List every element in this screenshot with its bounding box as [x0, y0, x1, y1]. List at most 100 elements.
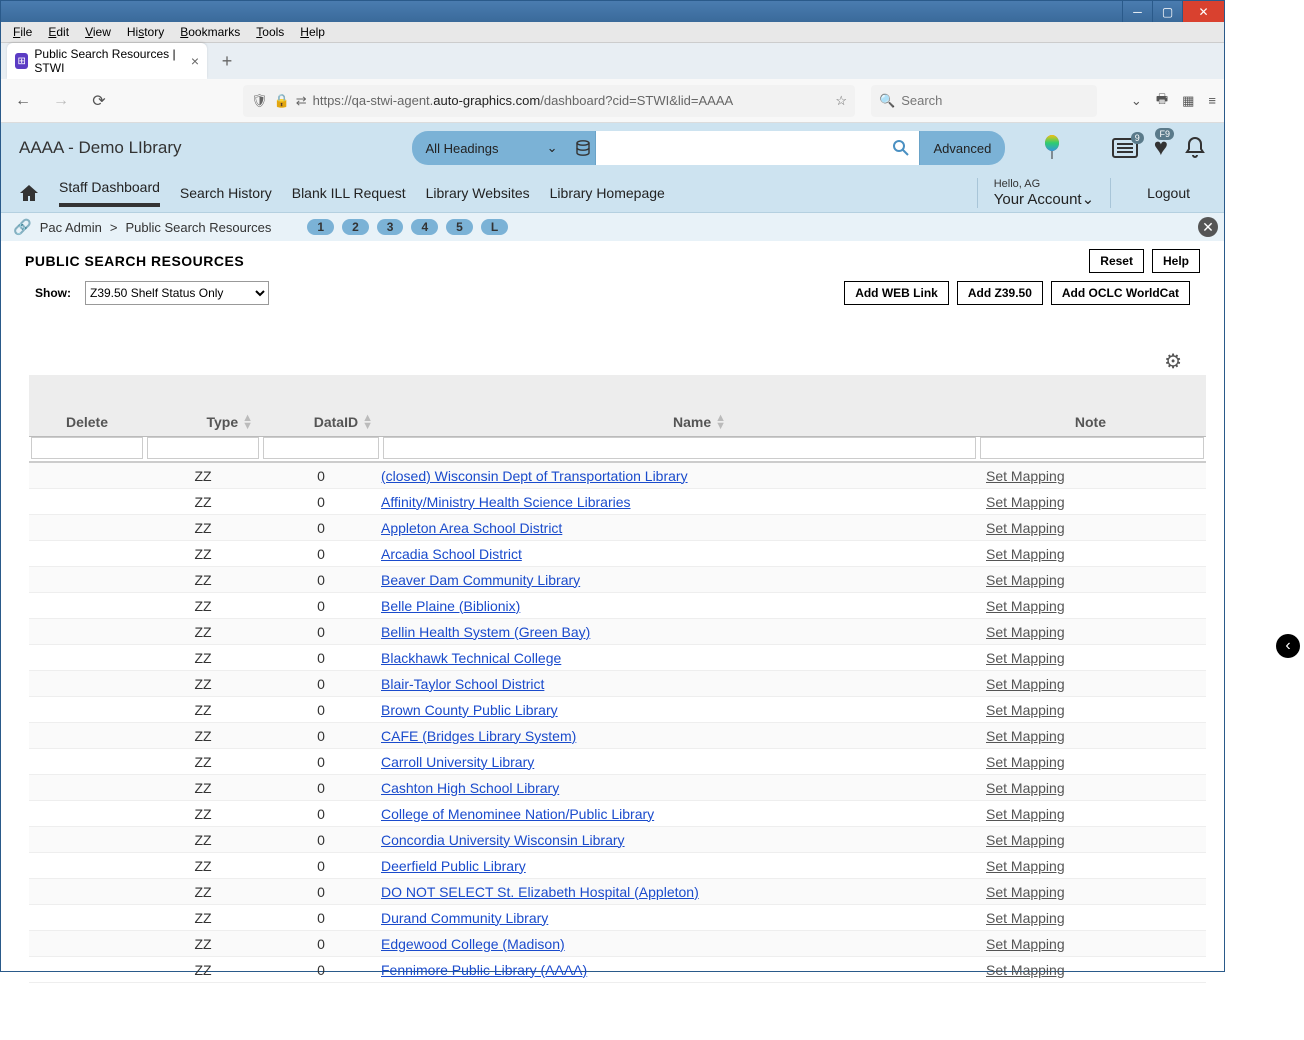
- tab-close-icon[interactable]: ×: [191, 53, 199, 69]
- pager-last[interactable]: L: [481, 219, 508, 235]
- resource-link[interactable]: Carroll University Library: [381, 754, 534, 770]
- filter-delete[interactable]: [31, 437, 143, 459]
- set-mapping-link[interactable]: Set Mapping: [986, 598, 1065, 614]
- col-name[interactable]: Name▲▼: [381, 414, 986, 430]
- set-mapping-link[interactable]: Set Mapping: [986, 806, 1065, 822]
- resource-link[interactable]: CAFE (Bridges Library System): [381, 728, 576, 744]
- resource-link[interactable]: Fennimore Public Library (AAAA): [381, 962, 587, 978]
- nav-staff-dashboard[interactable]: Staff Dashboard: [59, 179, 160, 207]
- close-panel-icon[interactable]: ✕: [1198, 217, 1218, 237]
- set-mapping-link[interactable]: Set Mapping: [986, 858, 1065, 874]
- set-mapping-link[interactable]: Set Mapping: [986, 780, 1065, 796]
- filter-name[interactable]: [383, 437, 976, 459]
- url-bar[interactable]: 🛡 🔒 ⇄ https://qa-stwi-agent.auto-graphic…: [243, 85, 855, 117]
- window-minimize-button[interactable]: ─: [1122, 1, 1152, 22]
- hamburger-menu-icon[interactable]: ≡: [1208, 93, 1216, 108]
- set-mapping-link[interactable]: Set Mapping: [986, 910, 1065, 926]
- set-mapping-link[interactable]: Set Mapping: [986, 962, 1065, 978]
- set-mapping-link[interactable]: Set Mapping: [986, 494, 1065, 510]
- set-mapping-link[interactable]: Set Mapping: [986, 468, 1065, 484]
- set-mapping-link[interactable]: Set Mapping: [986, 754, 1065, 770]
- pager-1[interactable]: 1: [307, 219, 334, 235]
- filter-note[interactable]: [980, 437, 1204, 459]
- pager-3[interactable]: 3: [377, 219, 404, 235]
- resource-link[interactable]: Beaver Dam Community Library: [381, 572, 580, 588]
- resource-link[interactable]: Blackhawk Technical College: [381, 650, 561, 666]
- filter-type[interactable]: [147, 437, 259, 459]
- set-mapping-link[interactable]: Set Mapping: [986, 546, 1065, 562]
- menu-view[interactable]: View: [77, 23, 119, 41]
- logout-link[interactable]: Logout: [1131, 185, 1206, 201]
- resource-link[interactable]: Belle Plaine (Biblionix): [381, 598, 520, 614]
- set-mapping-link[interactable]: Set Mapping: [986, 572, 1065, 588]
- reset-button[interactable]: Reset: [1089, 249, 1144, 273]
- resource-link[interactable]: DO NOT SELECT St. Elizabeth Hospital (Ap…: [381, 884, 699, 900]
- resource-link[interactable]: Affinity/Ministry Health Science Librari…: [381, 494, 631, 510]
- resource-link[interactable]: Arcadia School District: [381, 546, 522, 562]
- resource-link[interactable]: Bellin Health System (Green Bay): [381, 624, 590, 640]
- resource-link[interactable]: Appleton Area School District: [381, 520, 562, 536]
- menu-help[interactable]: Help: [292, 23, 333, 41]
- window-close-button[interactable]: ✕: [1182, 1, 1224, 22]
- back-button[interactable]: ←: [9, 87, 37, 115]
- reload-button[interactable]: ⟳: [85, 87, 113, 115]
- nav-library-homepage[interactable]: Library Homepage: [550, 185, 665, 201]
- nav-blank-ill-request[interactable]: Blank ILL Request: [292, 185, 406, 201]
- news-icon[interactable]: 9: [1112, 138, 1138, 158]
- add-oclc-button[interactable]: Add OCLC WorldCat: [1051, 281, 1190, 305]
- advanced-search-button[interactable]: Advanced: [920, 131, 1006, 165]
- col-type[interactable]: Type▲▼: [145, 414, 261, 430]
- menu-bookmarks[interactable]: Bookmarks: [172, 23, 248, 41]
- resource-link[interactable]: (closed) Wisconsin Dept of Transportatio…: [381, 468, 688, 484]
- set-mapping-link[interactable]: Set Mapping: [986, 702, 1065, 718]
- set-mapping-link[interactable]: Set Mapping: [986, 650, 1065, 666]
- filter-dataid[interactable]: [263, 437, 379, 459]
- search-input[interactable]: [596, 131, 884, 165]
- collapse-panel-icon[interactable]: ‹: [1276, 634, 1300, 658]
- breadcrumb-root[interactable]: Pac Admin: [40, 220, 102, 235]
- browser-search-box[interactable]: 🔍 Search: [871, 85, 1097, 117]
- resource-link[interactable]: Brown County Public Library: [381, 702, 558, 718]
- account-menu[interactable]: Hello, AG Your Account⌄: [977, 178, 1111, 208]
- resource-link[interactable]: Deerfield Public Library: [381, 858, 526, 874]
- favorites-icon[interactable]: ♥F9: [1154, 134, 1168, 162]
- col-delete[interactable]: Delete: [29, 414, 145, 430]
- bookmark-star-icon[interactable]: ☆: [835, 93, 847, 109]
- gear-icon[interactable]: ⚙: [1164, 349, 1182, 374]
- window-maximize-button[interactable]: ▢: [1152, 1, 1182, 22]
- nav-search-history[interactable]: Search History: [180, 185, 272, 201]
- resource-link[interactable]: Edgewood College (Madison): [381, 936, 565, 952]
- menu-tools[interactable]: Tools: [248, 23, 292, 41]
- set-mapping-link[interactable]: Set Mapping: [986, 728, 1065, 744]
- search-button[interactable]: [884, 131, 920, 165]
- resource-link[interactable]: Concordia University Wisconsin Library: [381, 832, 625, 848]
- add-web-link-button[interactable]: Add WEB Link: [844, 281, 949, 305]
- col-note[interactable]: Note: [986, 414, 1206, 430]
- resource-link[interactable]: College of Menominee Nation/Public Libra…: [381, 806, 654, 822]
- add-z3950-button[interactable]: Add Z39.50: [957, 281, 1043, 305]
- resource-link[interactable]: Durand Community Library: [381, 910, 548, 926]
- browser-tab[interactable]: ⊞ Public Search Resources | STWI ×: [7, 43, 207, 79]
- search-index-select[interactable]: All Headings ⌄: [412, 131, 572, 165]
- pager-5[interactable]: 5: [446, 219, 473, 235]
- set-mapping-link[interactable]: Set Mapping: [986, 520, 1065, 536]
- new-tab-button[interactable]: +: [213, 47, 241, 75]
- set-mapping-link[interactable]: Set Mapping: [986, 624, 1065, 640]
- set-mapping-link[interactable]: Set Mapping: [986, 884, 1065, 900]
- show-select[interactable]: Z39.50 Shelf Status Only: [85, 281, 269, 305]
- home-icon[interactable]: [19, 184, 39, 202]
- pager-2[interactable]: 2: [342, 219, 369, 235]
- pocket-icon[interactable]: ⌄: [1131, 93, 1142, 109]
- menu-file[interactable]: File: [5, 23, 40, 41]
- help-button[interactable]: Help: [1152, 249, 1200, 273]
- extension-icon[interactable]: ▦: [1182, 93, 1194, 109]
- forward-button[interactable]: →: [47, 87, 75, 115]
- set-mapping-link[interactable]: Set Mapping: [986, 832, 1065, 848]
- balloon-icon[interactable]: [1043, 135, 1061, 161]
- set-mapping-link[interactable]: Set Mapping: [986, 676, 1065, 692]
- nav-library-websites[interactable]: Library Websites: [426, 185, 530, 201]
- print-icon[interactable]: 🖶: [1156, 90, 1168, 112]
- pager-4[interactable]: 4: [411, 219, 438, 235]
- menu-history[interactable]: History: [119, 23, 172, 41]
- database-icon[interactable]: [572, 131, 596, 165]
